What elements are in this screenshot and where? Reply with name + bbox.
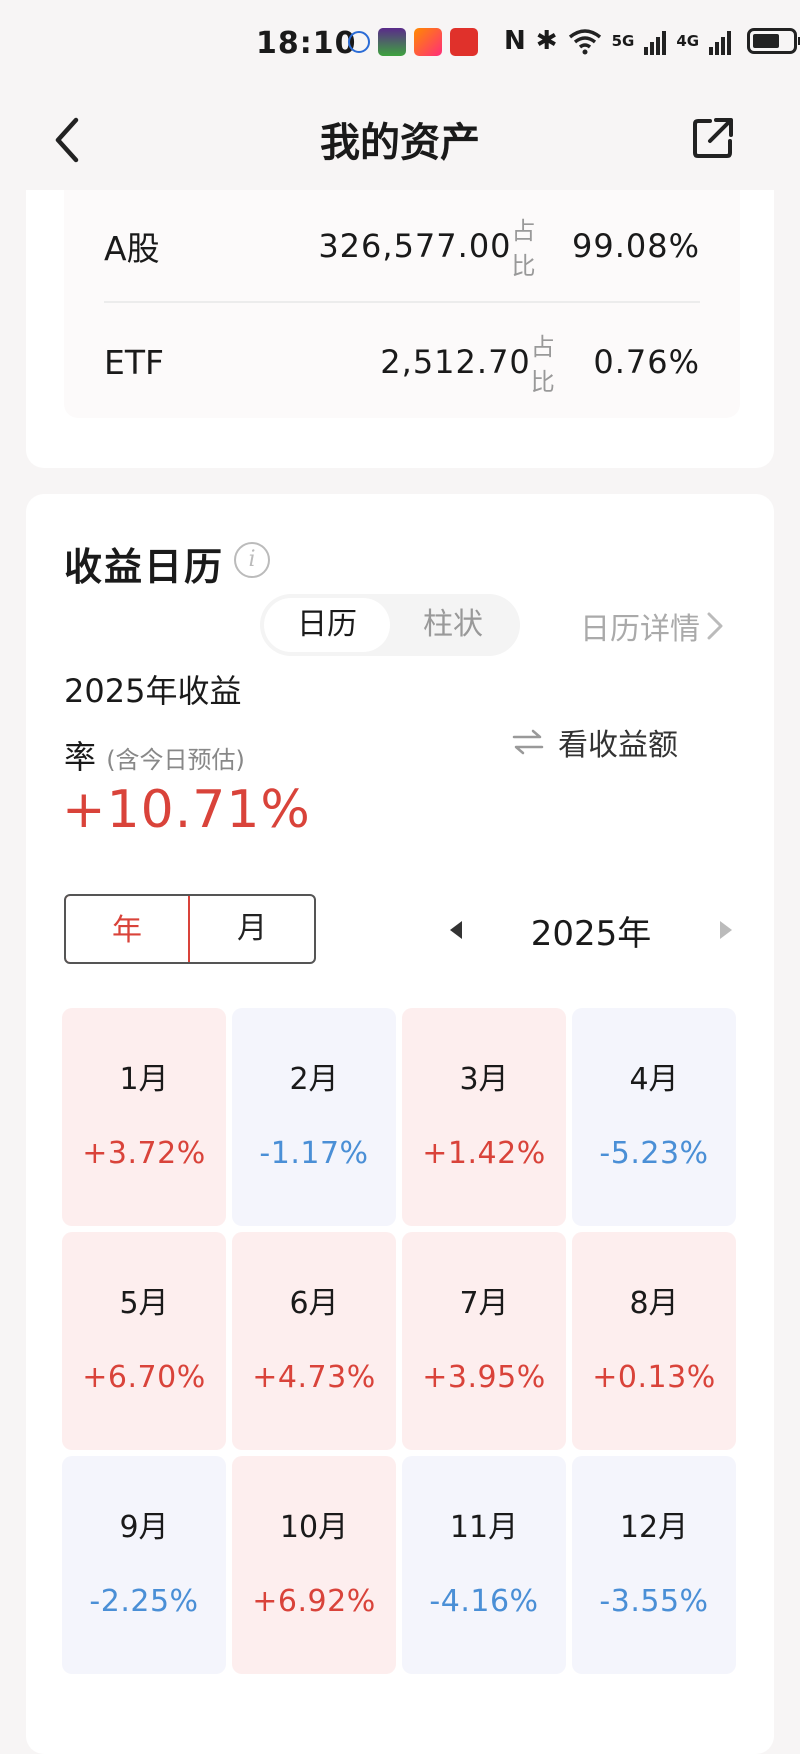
month-cell[interactable]: 6月 +4.73% [232, 1232, 396, 1450]
status-indicators: N ✱ 5G 4G [504, 26, 800, 56]
yearly-rate-value: +10.71% [62, 780, 311, 840]
chevron-right-icon [707, 612, 723, 640]
asset-breakdown-card: A股 326,577.00 占比 99.08% ETF 2,512.70 占比 … [26, 190, 774, 468]
month-cell[interactable]: 12月 -3.55% [572, 1456, 736, 1674]
month-cell[interactable]: 2月 -1.17% [232, 1008, 396, 1226]
calendar-detail-link[interactable]: 日历详情 [580, 604, 724, 648]
share-icon [693, 118, 733, 158]
month-cell[interactable]: 10月 +6.92% [232, 1456, 396, 1674]
month-return: -1.17% [259, 1136, 369, 1171]
toggle-year[interactable]: 年 [66, 896, 191, 962]
month-grid: 1月 +3.72% 2月 -1.17% 3月 +1.42% 4月 -5.23% 5月 +6.70%… [62, 1008, 738, 1674]
asset-row-etf[interactable]: ETF 2,512.70 占比 0.76% [104, 332, 700, 396]
section-title: 收益日历 [64, 545, 225, 589]
signal-4g-icon [709, 27, 732, 55]
asset-name: A股 [104, 229, 160, 268]
swap-icon [512, 729, 544, 755]
month-return: +6.92% [252, 1584, 376, 1619]
next-year-icon[interactable] [720, 921, 732, 939]
month-cell[interactable]: 9月 -2.25% [62, 1456, 226, 1674]
month-return: +1.42% [422, 1136, 546, 1171]
month-return: -3.55% [599, 1584, 709, 1619]
tab-bar-chart[interactable]: 柱状 [390, 598, 516, 652]
month-cell[interactable]: 5月 +6.70% [62, 1232, 226, 1450]
month-label: 10月 [279, 1510, 349, 1545]
month-label: 8月 [629, 1286, 679, 1321]
network-4g-label: 4G [676, 32, 700, 50]
month-label: 6月 [289, 1286, 339, 1321]
divider [104, 301, 700, 303]
asset-row-a-share[interactable]: A股 326,577.00 占比 99.08% [104, 216, 700, 280]
profit-calendar-card: 收益日历 i 日历 柱状 日历详情 2025年收益率 (含今日预估) 看收益额 … [26, 494, 774, 1754]
month-return: -5.23% [599, 1136, 709, 1171]
asset-name: ETF [104, 342, 164, 382]
month-return: -4.16% [429, 1584, 539, 1619]
month-return: +3.95% [422, 1360, 546, 1395]
status-bar: 18:10 N ✱ 5G 4G [0, 0, 800, 90]
asset-ratio-label: 占比 [530, 333, 555, 396]
month-cell[interactable]: 11月 -4.16% [402, 1456, 566, 1674]
month-cell[interactable]: 4月 -5.23% [572, 1008, 736, 1226]
nfc-icon: N [504, 26, 526, 56]
month-label: 1月 [119, 1062, 169, 1097]
switch-to-amount-button[interactable]: 看收益额 [512, 720, 678, 764]
month-label: 2月 [289, 1062, 339, 1097]
month-return: +4.73% [252, 1360, 376, 1395]
month-return: +3.72% [82, 1136, 206, 1171]
notification-icons [348, 28, 478, 56]
asset-amount: 326,577.00 [318, 227, 512, 265]
status-time: 18:10 [256, 26, 357, 61]
signal-5g-icon [644, 27, 667, 55]
month-cell[interactable]: 1月 +3.72% [62, 1008, 226, 1226]
nav-bar: 我的资产 [0, 90, 800, 190]
asset-ratio: 99.08% [571, 227, 700, 265]
month-return: -2.25% [89, 1584, 199, 1619]
month-cell[interactable]: 7月 +3.95% [402, 1232, 566, 1450]
month-label: 3月 [459, 1062, 509, 1097]
share-button[interactable] [690, 108, 740, 168]
month-cell[interactable]: 8月 +0.13% [572, 1232, 736, 1450]
yearly-rate-note: (含今日预估) [106, 746, 245, 774]
tab-calendar[interactable]: 日历 [264, 598, 390, 652]
asset-amount: 2,512.70 [380, 343, 531, 381]
month-label: 7月 [459, 1286, 509, 1321]
stock-app-icon [450, 28, 478, 56]
month-label: 4月 [629, 1062, 679, 1097]
toggle-month[interactable]: 月 [190, 896, 314, 962]
month-cell[interactable]: 3月 +1.42% [402, 1008, 566, 1226]
calendar-detail-label: 日历详情 [580, 612, 700, 647]
view-segmented-control: 日历 柱状 [260, 594, 520, 656]
asset-ratio: 0.76% [593, 343, 700, 381]
period-toggle: 年 月 [64, 894, 316, 964]
info-icon[interactable]: i [234, 542, 270, 578]
prev-year-icon[interactable] [450, 921, 462, 939]
app-notification-icon [348, 31, 370, 53]
network-5g-label: 5G [611, 32, 635, 50]
video-app-icon [414, 28, 442, 56]
month-label: 5月 [119, 1286, 169, 1321]
month-return: +0.13% [592, 1360, 716, 1395]
page-title: 我的资产 [320, 120, 480, 166]
month-label: 12月 [619, 1510, 689, 1545]
switch-label: 看收益额 [558, 728, 678, 763]
month-return: +6.70% [82, 1360, 206, 1395]
asset-ratio-label: 占比 [511, 217, 536, 280]
game-app-icon [378, 28, 406, 56]
battery-icon [747, 28, 800, 54]
yearly-rate-title: 2025年收益率 (含今日预估) [64, 658, 264, 793]
wifi-icon [568, 29, 601, 55]
year-navigator: 2025年 [426, 898, 736, 962]
month-label: 9月 [119, 1510, 169, 1545]
month-label: 11月 [449, 1510, 519, 1545]
year-label: 2025年 [530, 913, 652, 954]
bluetooth-icon: ✱ [535, 26, 558, 56]
asset-breakdown-list: A股 326,577.00 占比 99.08% ETF 2,512.70 占比 … [64, 190, 740, 418]
